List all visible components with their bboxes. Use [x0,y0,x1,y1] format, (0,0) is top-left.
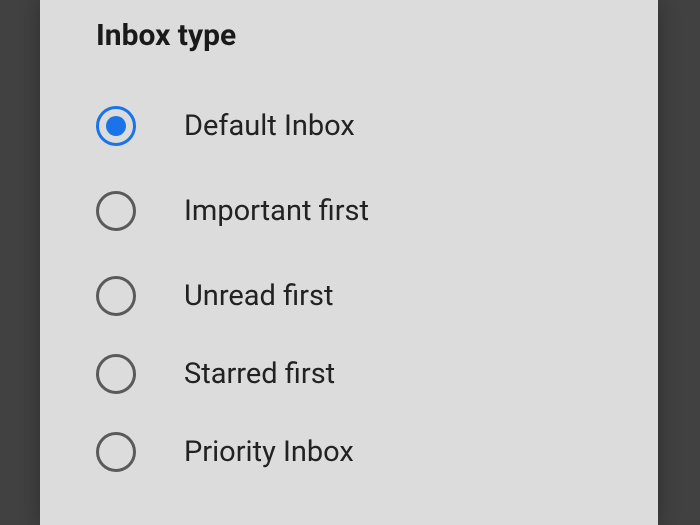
modal-shade-right [658,0,700,525]
option-label: Starred first [184,357,335,391]
dialog-title: Inbox type [96,18,658,53]
inbox-type-dialog: Inbox type Default Inbox Important first… [40,0,658,525]
radio-unselected-icon [96,354,136,394]
radio-selected-icon [96,106,136,146]
option-label: Unread first [184,279,333,313]
option-label: Default Inbox [184,109,355,143]
option-label: Priority Inbox [184,435,354,469]
option-unread-first[interactable]: Unread first [40,257,658,335]
radio-unselected-icon [96,191,136,231]
radio-unselected-icon [96,432,136,472]
option-default-inbox[interactable]: Default Inbox [40,87,658,165]
radio-unselected-icon [96,276,136,316]
option-priority-inbox[interactable]: Priority Inbox [40,413,658,491]
inbox-type-options: Default Inbox Important first Unread fir… [40,87,658,491]
option-important-first[interactable]: Important first [40,165,658,257]
option-label: Important first [184,194,369,228]
modal-shade-left [0,0,40,525]
option-starred-first[interactable]: Starred first [40,335,658,413]
